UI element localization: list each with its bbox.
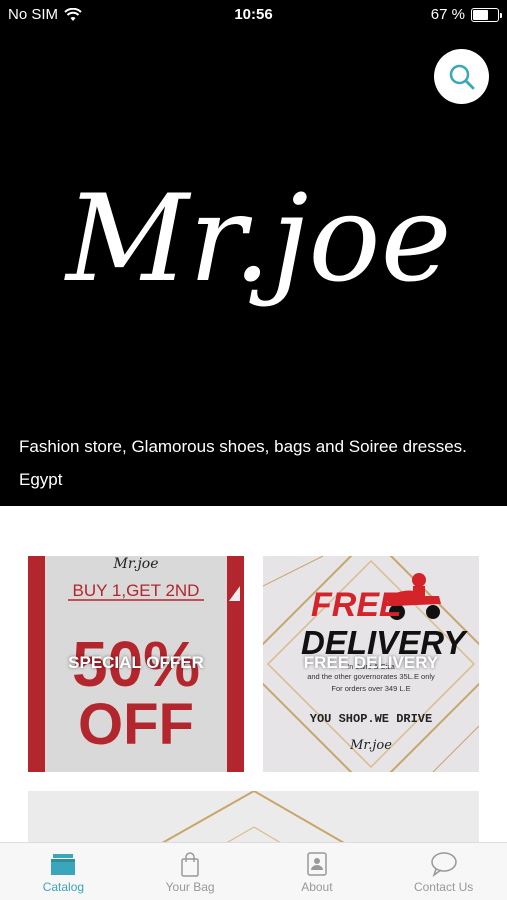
tab-your-bag[interactable]: Your Bag <box>127 843 254 900</box>
search-icon <box>449 64 474 89</box>
about-icon <box>307 852 327 876</box>
delivery-free-text: FREE <box>311 586 403 624</box>
store-description: Fashion store, Glamorous shoes, bags and… <box>19 430 467 496</box>
app-screen: No SIM 10:56 67 % Mr.joe Fashion store, … <box>0 0 507 900</box>
card-label-free-delivery: FREE DELIVERY <box>303 653 439 672</box>
delivery-slogan-text: YOU SHOP.WE DRIVE <box>310 712 432 726</box>
battery-label: 67 % <box>430 6 465 23</box>
catalog-grid: Mr.joe BUY 1,GET 2ND 50% OFF SPECIAL OFF… <box>0 506 507 842</box>
category-card-special-offer[interactable]: Mr.joe BUY 1,GET 2ND 50% OFF SPECIAL OFF… <box>28 556 244 772</box>
tab-contact-us-label: Contact Us <box>413 880 474 894</box>
bag-icon <box>181 852 199 877</box>
tab-catalog-label: Catalog <box>42 880 85 894</box>
tab-your-bag-label: Your Bag <box>165 880 215 894</box>
offer-off-text: OFF <box>78 692 194 757</box>
store-header: No SIM 10:56 67 % Mr.joe Fashion store, … <box>0 0 507 506</box>
tab-contact-us[interactable]: Contact Us <box>380 843 507 900</box>
partial-card-image <box>28 791 479 842</box>
tab-bar: Catalog Your Bag About Contact Us <box>0 842 507 900</box>
category-card-free-delivery[interactable]: FREE DELIVERY In Cairo & Giza and the ot… <box>263 556 479 772</box>
search-button[interactable] <box>434 49 489 104</box>
tab-about-label: About <box>301 880 333 894</box>
store-tagline: Fashion store, Glamorous shoes, bags and… <box>19 437 467 456</box>
card-label-special-offer: SPECIAL OFFER <box>68 653 204 672</box>
category-card-partial[interactable] <box>28 791 479 842</box>
status-bar: No SIM 10:56 67 % <box>0 0 507 30</box>
battery-icon <box>471 7 502 22</box>
tab-catalog[interactable]: Catalog <box>0 843 127 900</box>
store-location: Egypt <box>19 470 63 489</box>
tab-about[interactable]: About <box>254 843 381 900</box>
chat-icon <box>430 852 457 877</box>
offer-headline-text: BUY 1,GET 2ND <box>73 581 200 600</box>
battery-fill <box>473 9 488 20</box>
delivery-line2-text: and the other governorates 35L.E only <box>307 672 435 681</box>
delivery-line3-text: For orders over 349 L.E <box>331 684 410 693</box>
offer-brand-text: Mr.joe <box>113 556 159 572</box>
logo-text: Mr.joe <box>64 170 450 309</box>
catalog-icon <box>51 854 76 875</box>
delivery-brand-text: Mr.joe <box>349 738 392 753</box>
store-logo: Mr.joe <box>64 170 450 309</box>
